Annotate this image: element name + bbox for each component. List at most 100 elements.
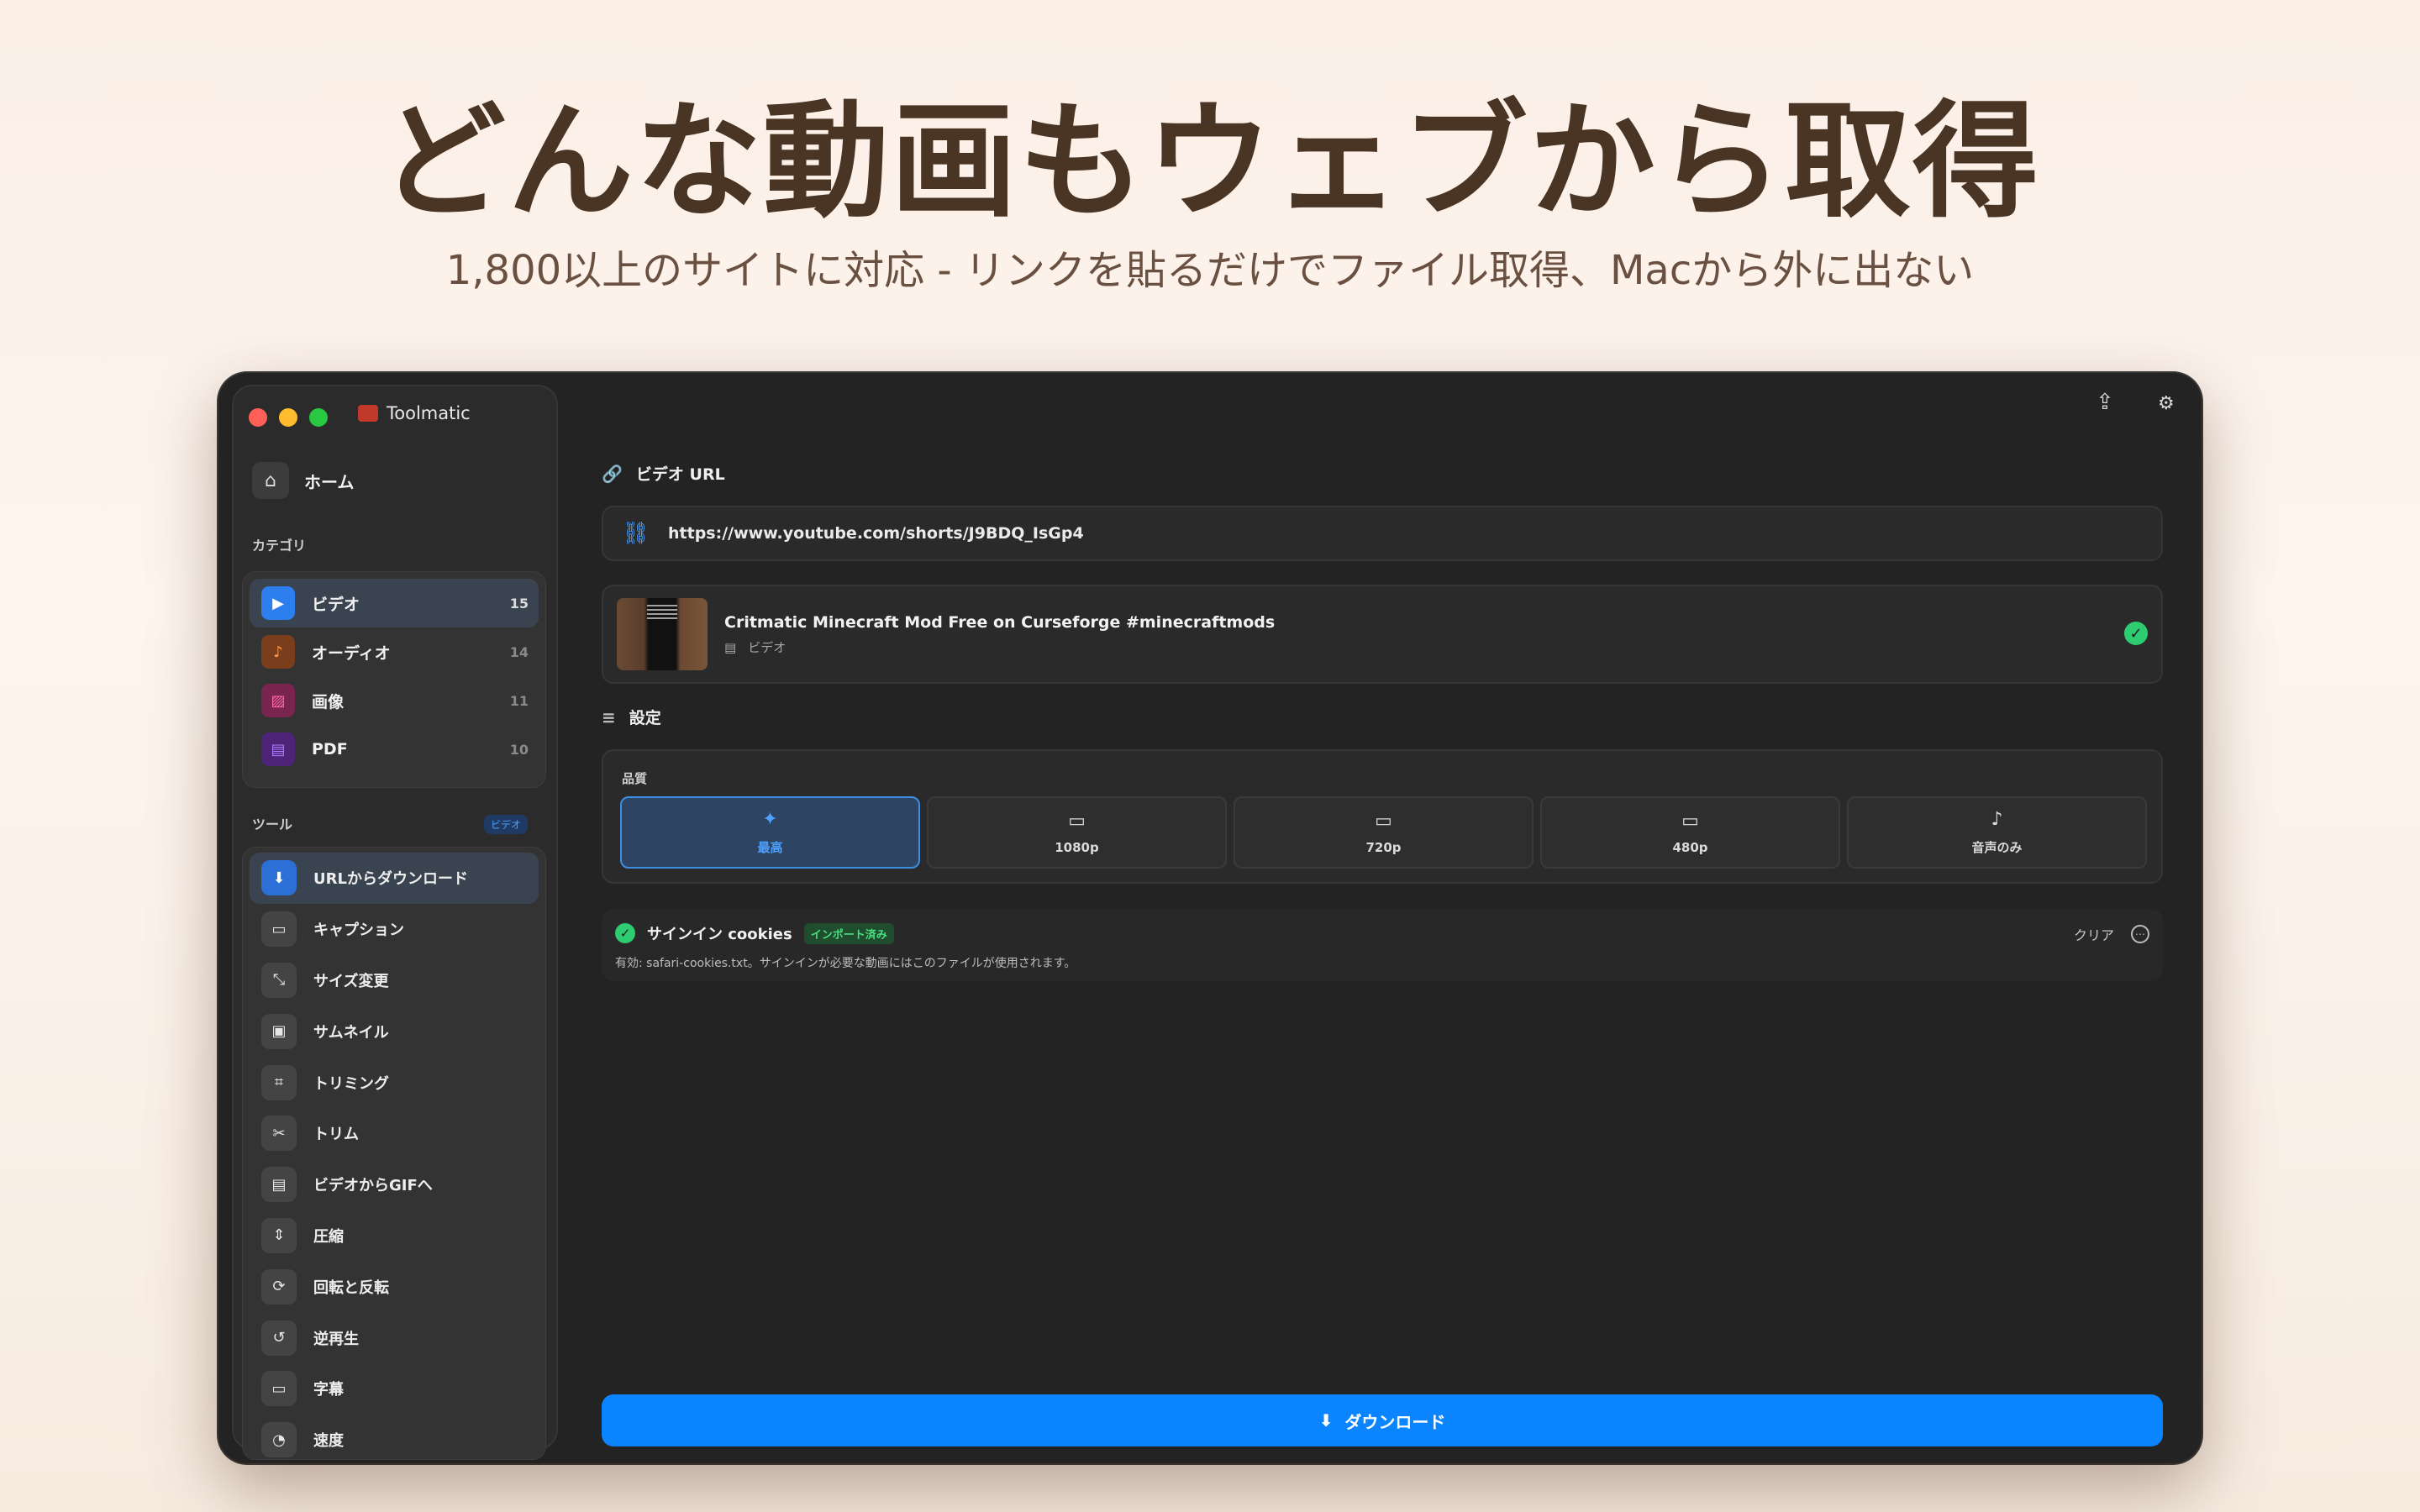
cookies-title-row: ✓ サインイン cookies インポート済み <box>615 922 894 944</box>
speed-icon: ◔ <box>261 1422 297 1458</box>
tool-item-video-to-gif[interactable]: ▤ ビデオからGIFへ <box>250 1159 539 1210</box>
category-label: 画像 <box>312 692 345 711</box>
hero-subhead: 1,800以上のサイトに対応 - リンクを貼るだけでファイル取得、Macから外に… <box>445 247 1975 294</box>
category-item-image[interactable]: ▨ 画像 11 <box>250 676 539 725</box>
clear-cookies-button[interactable]: クリア <box>2074 924 2114 944</box>
tool-label: 速度 <box>313 1432 344 1451</box>
tool-label: 回転と反転 <box>313 1278 389 1297</box>
tool-label: URLからダウンロード <box>313 870 468 889</box>
settings-label: 設定 <box>629 709 661 727</box>
link-icon: ⛓ <box>622 521 650 546</box>
tool-item-reverse[interactable]: ↺ 逆再生 <box>250 1312 539 1363</box>
sparkle-icon: ✦ <box>762 809 778 830</box>
video-info-card: Critmatic Minecraft Mod Free on Cursefor… <box>602 585 2163 684</box>
category-count: 15 <box>509 595 529 612</box>
categories-heading: カテゴリ <box>252 538 307 554</box>
video-type-label: ビデオ <box>748 640 786 655</box>
hero-headline: どんな動画もウェブから取得 <box>379 89 2040 235</box>
category-list: ▶ ビデオ 15 ♪ オーディオ 14 ▨ 画像 11 ▤ PDF 10 <box>242 571 546 788</box>
caption-icon: ▭ <box>261 911 297 948</box>
tool-label: 逆再生 <box>313 1330 359 1348</box>
app-name: Toolmatic <box>387 403 471 423</box>
close-window-button[interactable] <box>249 408 267 427</box>
crop-icon: ⌗ <box>261 1064 297 1100</box>
tool-item-caption[interactable]: ▭ キャプション <box>250 904 539 955</box>
window-controls <box>249 408 328 427</box>
monitor-icon: ▭ <box>1068 810 1086 832</box>
category-count: 10 <box>509 741 529 758</box>
scissors-icon: ✂ <box>261 1116 297 1152</box>
app-title: Toolmatic <box>358 403 471 423</box>
download-button[interactable]: ⬇ ダウンロード <box>602 1394 2163 1446</box>
tool-item-url-download[interactable]: ⬇ URLからダウンロード <box>250 853 539 904</box>
quality-option-label: 最高 <box>757 840 783 855</box>
url-label: ビデオ URL <box>635 465 725 484</box>
category-item-pdf[interactable]: ▤ PDF 10 <box>250 725 539 774</box>
tool-item-thumbnail[interactable]: ▣ サムネイル <box>250 1005 539 1057</box>
category-label: PDF <box>312 740 348 759</box>
tool-item-subtitle[interactable]: ▭ 字幕 <box>250 1363 539 1415</box>
quality-option-label: 音声のみ <box>1971 840 2023 855</box>
tool-item-rotate-flip[interactable]: ⟳ 回転と反転 <box>250 1261 539 1312</box>
film-icon: ▤ <box>261 1167 297 1203</box>
tool-label: キャプション <box>313 921 404 940</box>
music-note-icon: ♪ <box>261 635 295 669</box>
film-icon: ▤ <box>724 639 737 655</box>
app-window: Toolmatic ⌂ ホーム カテゴリ ▶ ビデオ 15 ♪ オーディオ 14… <box>218 373 2202 1463</box>
quality-option-audio-only[interactable]: ♪ 音声のみ <box>1847 796 2147 869</box>
video-title: Critmatic Minecraft Mod Free on Cursefor… <box>724 613 1276 632</box>
document-icon: ▤ <box>261 732 295 766</box>
quality-option-720p[interactable]: ▭ 720p <box>1234 796 1534 869</box>
sidebar: Toolmatic ⌂ ホーム カテゴリ ▶ ビデオ 15 ♪ オーディオ 14… <box>232 385 558 1460</box>
cookies-panel: ✓ サインイン cookies インポート済み 有効: safari-cooki… <box>602 909 2163 981</box>
more-options-icon[interactable]: ⋯ <box>2131 925 2149 943</box>
video-type: ▤ ビデオ <box>724 638 786 656</box>
tools-filter-badge: ビデオ <box>484 815 529 834</box>
category-count: 14 <box>509 643 529 660</box>
monitor-icon: ▭ <box>1375 810 1392 832</box>
quality-option-480p[interactable]: ▭ 480p <box>1540 796 1840 869</box>
category-label: オーディオ <box>312 643 391 663</box>
category-label: ビデオ <box>312 595 360 614</box>
rotate-icon: ⟳ <box>261 1268 297 1305</box>
cookies-actions: クリア ⋯ <box>2074 924 2149 944</box>
play-icon: ▶ <box>261 586 295 620</box>
quality-option-label: 720p <box>1365 839 1402 855</box>
tool-item-compress[interactable]: ⇕ 圧縮 <box>250 1210 539 1262</box>
checkmark-icon: ✓ <box>615 923 635 943</box>
quality-options: ✦ 最高 ▭ 1080p ▭ 720p ▭ 480p ♪ 音声のみ <box>620 796 2147 869</box>
quality-panel: 品質 ✦ 最高 ▭ 1080p ▭ 720p ▭ 480p ♪ 音声のみ <box>602 749 2163 884</box>
main-panel: 🔗 ビデオ URL ⛓ https://www.youtube.com/shor… <box>602 373 2181 1463</box>
tool-label: サイズ変更 <box>313 972 389 990</box>
category-item-audio[interactable]: ♪ オーディオ 14 <box>250 627 539 676</box>
quality-option-best[interactable]: ✦ 最高 <box>620 796 920 869</box>
tool-label: サムネイル <box>313 1023 389 1042</box>
toolbox-icon <box>358 405 378 422</box>
reverse-icon: ↺ <box>261 1320 297 1356</box>
tool-item-speed[interactable]: ◔ 速度 <box>250 1415 539 1459</box>
quality-option-1080p[interactable]: ▭ 1080p <box>927 796 1227 869</box>
video-thumbnail <box>617 598 708 670</box>
checkmark-icon: ✓ <box>2124 622 2148 645</box>
settings-section-label: ≡ 設定 <box>602 706 661 728</box>
cookies-description: 有効: safari-cookies.txt。サインインが必要な動画にはこのファ… <box>615 957 1076 970</box>
sidebar-item-home[interactable]: ⌂ ホーム <box>252 462 354 499</box>
zoom-window-button[interactable] <box>309 408 328 427</box>
quality-label: 品質 <box>622 771 648 786</box>
cookies-title: サインイン cookies <box>647 926 792 943</box>
quality-option-label: 480p <box>1672 839 1708 855</box>
quality-option-label: 1080p <box>1055 839 1099 855</box>
arrow-down-icon: ⬇ <box>261 860 297 896</box>
tool-item-crop[interactable]: ⌗ トリミング <box>250 1057 539 1108</box>
category-count: 11 <box>509 692 529 709</box>
minimize-window-button[interactable] <box>279 408 297 427</box>
tool-label: ビデオからGIFへ <box>313 1177 433 1195</box>
arrow-down-icon: ⬇ <box>1318 1410 1334 1431</box>
link-icon: 🔗 <box>602 463 623 484</box>
tool-label: 字幕 <box>313 1381 344 1399</box>
url-input[interactable]: ⛓ https://www.youtube.com/shorts/J9BDQ_I… <box>602 506 2163 561</box>
tool-label: トリミング <box>313 1074 389 1093</box>
tool-item-resize[interactable]: ⤡ サイズ変更 <box>250 955 539 1006</box>
category-item-video[interactable]: ▶ ビデオ 15 <box>250 579 539 627</box>
tool-item-trim[interactable]: ✂ トリム <box>250 1108 539 1159</box>
